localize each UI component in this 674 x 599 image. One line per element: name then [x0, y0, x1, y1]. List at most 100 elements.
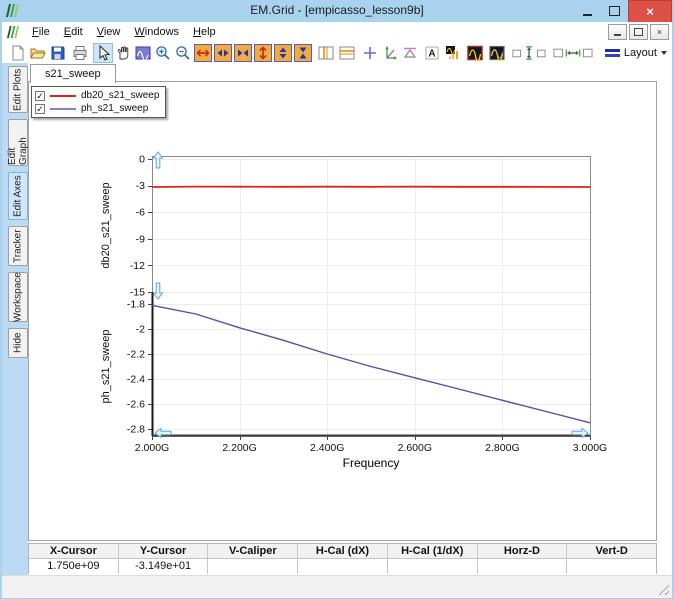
- text-label-icon: A: [425, 46, 439, 59]
- sidebar: Edit Plots Edit Graph Edit Axes Tracker Work…: [2, 63, 29, 575]
- layout-label: Layout: [623, 46, 657, 59]
- tab-s21-sweep[interactable]: s21_sweep: [30, 64, 116, 83]
- waveform-alt-view-button[interactable]: [487, 43, 507, 63]
- y-tick-label: -2.8: [127, 424, 145, 436]
- menu-item-windows[interactable]: Windows: [127, 24, 186, 40]
- save-floppy-icon: [51, 46, 65, 59]
- mdi-close-button[interactable]: ×: [650, 24, 669, 40]
- status-header-cell: Y-Cursor: [118, 544, 209, 559]
- mdi-close-icon: ×: [656, 27, 663, 37]
- zoom-out-button[interactable]: [173, 43, 193, 63]
- print-button[interactable]: [70, 43, 90, 63]
- spread-x-axis-button[interactable]: [214, 43, 233, 62]
- legend-item[interactable]: ✓ ph_s21_sweep: [35, 102, 159, 115]
- text-annotation-button[interactable]: A: [422, 43, 442, 63]
- horizontal-bands-button[interactable]: [337, 43, 357, 63]
- select-cursor-icon: [99, 44, 110, 61]
- y-tick-label: -6: [136, 207, 145, 219]
- status-value-cell: 1.750e+09: [29, 559, 119, 574]
- waveform-view-button[interactable]: [465, 43, 485, 63]
- minimize-button[interactable]: [574, 1, 601, 22]
- legend-item[interactable]: ✓ db20_s21_sweep: [35, 89, 159, 102]
- expand-y-axis-button[interactable]: [254, 43, 273, 62]
- status-header-cell: Horz-D: [477, 544, 568, 559]
- horizontal-spacing-button[interactable]: [551, 43, 595, 63]
- y-axis-title: db20_s21_sweep: [100, 182, 112, 268]
- x-tick-label: 2.800G: [485, 442, 519, 454]
- menu-items: File Edit View Windows Help: [25, 24, 223, 40]
- open-folder-icon: [30, 48, 46, 58]
- sidebar-tab-hide[interactable]: Hide: [8, 328, 28, 358]
- compress-y-axis-button[interactable]: [294, 43, 313, 62]
- vertical-spacing-icon: [512, 45, 546, 60]
- sidebar-tab-edit-plots[interactable]: Edit Plots: [8, 66, 28, 113]
- x-tick-label: 3.000G: [573, 442, 607, 454]
- cursor-status-table: X-Cursor Y-Cursor V-Caliper H-Cal (dX) H-Cal…: [28, 543, 657, 574]
- mdi-restore-button[interactable]: [629, 24, 648, 40]
- x-tick-label: 2.600G: [398, 442, 432, 454]
- svg-text:A: A: [428, 48, 435, 59]
- status-value-cell: [208, 559, 299, 574]
- sidebar-tab-edit-axes[interactable]: Edit Axes: [8, 172, 28, 220]
- crosshair-button[interactable]: [360, 43, 380, 63]
- spread-y-icon: [279, 47, 287, 58]
- legend-line-sample: [50, 107, 76, 110]
- resize-grip-icon[interactable]: [658, 584, 669, 595]
- status-header-cell: H-Cal (dX): [298, 544, 388, 559]
- layout-menu-button[interactable]: Layout: [600, 44, 672, 62]
- histogram-view-button[interactable]: [443, 43, 463, 63]
- y-tick-label: -1.8: [127, 299, 145, 311]
- menu-item-view[interactable]: View: [90, 24, 128, 40]
- status-header-cell: V-Caliper: [208, 544, 299, 559]
- legend-box: ✓ db20_s21_sweep ✓ ph_s21_sweep: [31, 86, 167, 118]
- compress-x-axis-button[interactable]: [234, 43, 253, 62]
- vertical-spacing-button[interactable]: [510, 43, 548, 63]
- mdi-minimize-button[interactable]: [608, 24, 627, 40]
- legend-label: ph_s21_sweep: [81, 103, 149, 114]
- vertical-bands-button[interactable]: [316, 43, 336, 63]
- axes-tool-button[interactable]: [380, 43, 400, 63]
- axis-handle-middle[interactable]: [152, 282, 164, 300]
- menu-item-file[interactable]: File: [25, 24, 57, 40]
- sidebar-tab-tracker[interactable]: Tracker: [8, 226, 28, 266]
- status-header-row: X-Cursor Y-Cursor V-Caliper H-Cal (dX) H-Cal…: [29, 544, 657, 559]
- histogram-icon: [446, 45, 459, 59]
- caliper-icon: [404, 47, 417, 58]
- pan-tool-button[interactable]: [113, 43, 133, 63]
- new-file-button[interactable]: [8, 43, 28, 63]
- mdi-restore-icon: [634, 28, 643, 36]
- select-tool-button[interactable]: [92, 42, 113, 63]
- spread-y-axis-button[interactable]: [274, 43, 293, 62]
- open-file-button[interactable]: [28, 43, 48, 63]
- title-bar: EM.Grid - [empicasso_lesson9b] ×: [0, 0, 674, 23]
- y-tick-label: -2: [136, 324, 145, 336]
- compress-x-icon: [238, 49, 249, 56]
- status-header-cell: Vert-D: [567, 544, 657, 559]
- chart-svg-holder: 2.000G 2.200G 2.400G 2.600G 2.800G 3.000G 0 -3 -…: [29, 82, 656, 540]
- x-axis-title: Frequency: [343, 456, 400, 470]
- y-axis-title: ph_s21_sweep: [100, 329, 112, 403]
- save-button[interactable]: [48, 43, 68, 63]
- zoom-region-tool-button[interactable]: [133, 43, 153, 63]
- zoom-out-icon: [175, 45, 190, 60]
- status-value-cell: [298, 559, 388, 574]
- menu-item-help[interactable]: Help: [186, 24, 223, 40]
- expand-y-icon: [259, 46, 267, 59]
- y-tick-label: -2.2: [127, 349, 145, 361]
- close-button[interactable]: ×: [628, 0, 672, 23]
- checkbox-icon[interactable]: ✓: [35, 103, 45, 114]
- sidebar-tab-workspace[interactable]: Workspace: [8, 272, 28, 322]
- expand-x-axis-button[interactable]: [194, 43, 213, 62]
- pan-hand-icon: [117, 45, 128, 59]
- plot-border: [152, 156, 591, 437]
- zoom-in-button[interactable]: [153, 43, 173, 63]
- caliper-button[interactable]: [400, 43, 420, 63]
- grid-lines: [152, 156, 591, 436]
- vertical-bands-icon: [318, 46, 334, 59]
- y-tick-label: -15: [130, 287, 145, 299]
- menu-item-edit[interactable]: Edit: [57, 24, 90, 40]
- maximize-button[interactable]: [601, 1, 628, 22]
- status-value-cell: -3.149e+01: [118, 559, 209, 574]
- checkbox-icon[interactable]: ✓: [35, 90, 45, 101]
- sidebar-tab-edit-graph[interactable]: Edit Graph: [7, 119, 29, 166]
